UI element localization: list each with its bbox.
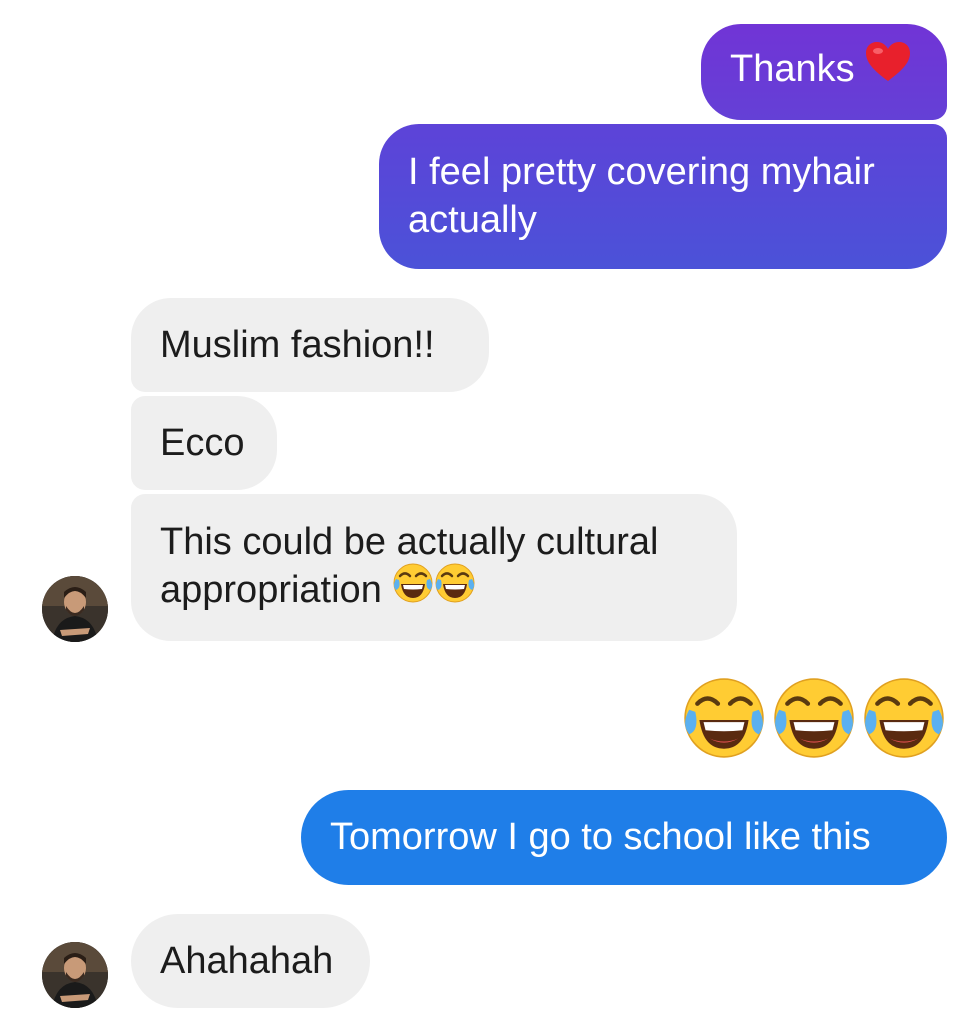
tears-of-joy-icon (392, 562, 434, 616)
incoming-message-cultural-appropriation[interactable]: This could be actually cultural appropri… (131, 494, 737, 641)
tears-of-joy-icon (684, 678, 764, 758)
outgoing-message-feel-pretty[interactable]: I feel pretty covering myhair actually (379, 124, 947, 269)
message-text: Thanks (730, 48, 855, 90)
incoming-message-ecco[interactable]: Ecco (131, 396, 277, 490)
message-text: Ahahahah (160, 940, 334, 982)
message-text: Muslim fashion!! (160, 324, 435, 366)
tears-of-joy-icon (864, 678, 944, 758)
outgoing-message-thanks[interactable]: Thanks (701, 24, 947, 120)
message-line-2: actually (408, 199, 537, 241)
outgoing-message-tomorrow[interactable]: Tomorrow I go to school like this (301, 790, 947, 885)
message-line-1: I feel pretty covering myhair (408, 151, 875, 193)
message-text: Tomorrow I go to school like this (330, 816, 871, 858)
message-line-2: appropriation (160, 563, 737, 616)
outgoing-emoji-message[interactable] (681, 675, 947, 761)
incoming-message-muslim-fashion[interactable]: Muslim fashion!! (131, 298, 489, 392)
tears-of-joy-icon (774, 678, 854, 758)
message-text: Ecco (160, 422, 245, 464)
contact-avatar[interactable] (42, 576, 108, 642)
message-line-1: This could be actually cultural (160, 521, 659, 563)
incoming-message-ahahahah[interactable]: Ahahahah (131, 914, 370, 1008)
heart-icon (865, 41, 911, 95)
tears-of-joy-icon (434, 562, 476, 616)
contact-avatar[interactable] (42, 942, 108, 1008)
